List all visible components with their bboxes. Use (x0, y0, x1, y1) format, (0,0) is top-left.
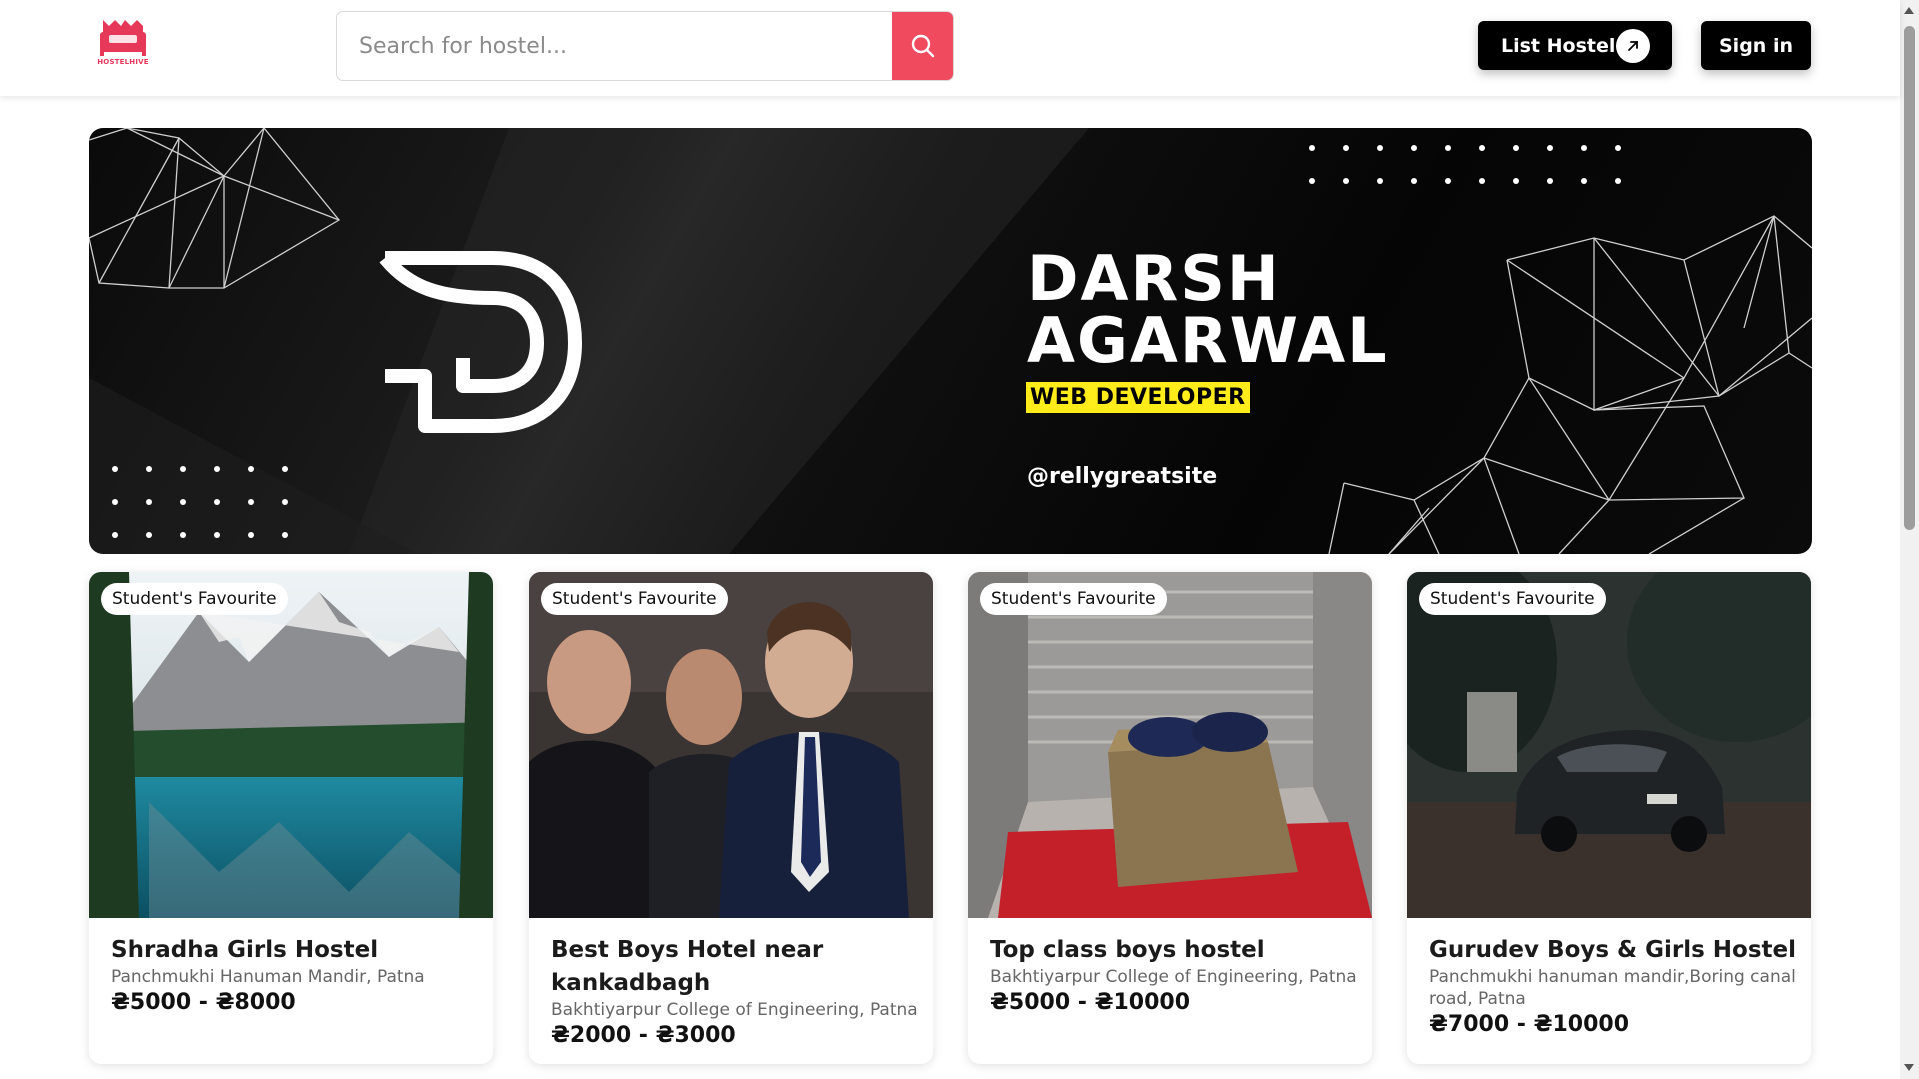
hostel-card[interactable]: Student's Favourite Top class boys hoste… (968, 572, 1372, 1064)
hostel-location: Panchmukhi Hanuman Mandir, Patna (111, 967, 425, 987)
banner-artwork (89, 128, 1812, 554)
favourite-badge: Student's Favourite (1419, 583, 1606, 615)
sign-in-button[interactable]: Sign in (1701, 21, 1811, 70)
hostel-photo (1407, 572, 1811, 918)
hostel-card[interactable]: Student's Favourite Gurudev Boys & Girls… (1407, 572, 1811, 1064)
banner-handle: @rellygreatsite (1027, 464, 1218, 489)
hostel-card[interactable]: Student's Favourite Best Boys Hotel near… (529, 572, 933, 1064)
hostel-title: Shradha Girls Hostel (111, 937, 379, 963)
arrow-up-right-icon (1616, 29, 1650, 63)
search-input[interactable] (337, 12, 892, 80)
favourite-badge: Student's Favourite (101, 583, 288, 615)
search-button[interactable] (892, 12, 953, 80)
hostel-location: Bakhtiyarpur College of Engineering, Pat… (990, 967, 1357, 987)
search-bar (336, 11, 954, 81)
banner-name-first: DARSH (1027, 242, 1281, 315)
hostelhive-logo[interactable]: HOSTELHIVE (95, 16, 151, 70)
hostel-price: ₴2000 - ₴3000 (551, 1023, 736, 1048)
banner-role-tag: WEB DEVELOPER (1026, 382, 1250, 413)
scrollbar[interactable] (1900, 0, 1919, 1079)
sign-in-label: Sign in (1719, 34, 1793, 57)
list-hostel-label: List Hostel (1501, 34, 1616, 57)
favourite-badge: Student's Favourite (541, 583, 728, 615)
hostel-photo (89, 572, 493, 918)
banner-name-last: AGARWAL (1027, 304, 1389, 377)
hostel-price: ₴7000 - ₴10000 (1429, 1012, 1630, 1037)
hostel-location: Bakhtiyarpur College of Engineering, Pat… (551, 1000, 918, 1020)
hostel-price: ₴5000 - ₴10000 (990, 990, 1191, 1015)
hostel-title: Gurudev Boys & Girls Hostel (1429, 937, 1797, 963)
top-nav: HOSTELHIVE List Hostel Sign in (0, 0, 1900, 96)
scroll-down-arrow-icon[interactable] (1904, 1064, 1914, 1071)
scroll-thumb[interactable] (1904, 26, 1915, 530)
hostel-title: Top class boys hostel (990, 937, 1265, 963)
scroll-up-arrow-icon[interactable] (1904, 7, 1914, 14)
favourite-badge: Student's Favourite (980, 583, 1167, 615)
search-icon (911, 34, 934, 58)
hostel-location: Panchmukhi hanuman mandir,Boring canal r… (1429, 967, 1796, 1009)
bed-icon (100, 20, 146, 56)
hostel-photo (968, 572, 1372, 918)
banner-name: DARSH AGARWAL (1027, 248, 1447, 372)
hero-banner: DARSH AGARWAL WEB DEVELOPER @rellygreats… (89, 128, 1812, 554)
hostel-title: Best Boys Hotel near kankadbagh (551, 937, 824, 996)
list-hostel-button[interactable]: List Hostel (1478, 21, 1672, 70)
hostel-photo (529, 572, 933, 918)
logo-text: HOSTELHIVE (97, 58, 149, 66)
hostel-card[interactable]: Student's Favourite Shradha Girls Hostel… (89, 572, 493, 1064)
hostel-price: ₴5000 - ₴8000 (111, 990, 296, 1015)
